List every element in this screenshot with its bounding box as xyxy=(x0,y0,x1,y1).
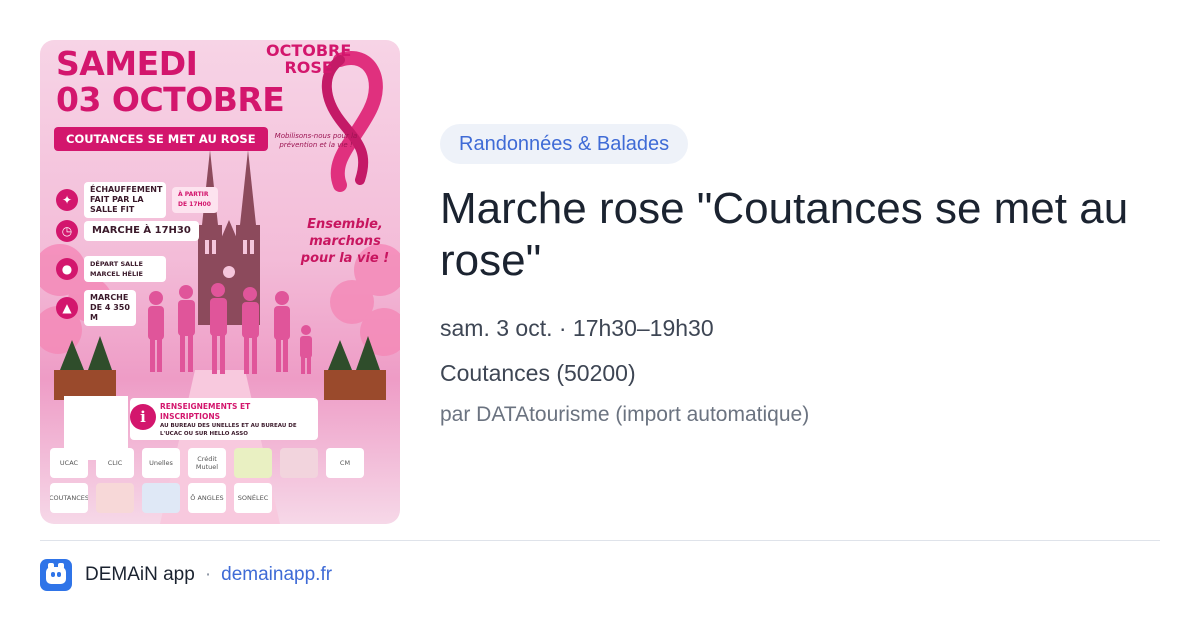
sponsor-logo: Ô ANGLES xyxy=(188,483,226,513)
app-domain-link[interactable]: demainapp.fr xyxy=(221,564,332,586)
poster-banner: COUTANCES SE MET AU ROSE xyxy=(54,127,268,151)
poster-info-start: ● DÉPART SALLE MARCEL HÉLIE xyxy=(56,256,166,282)
app-logo-eye xyxy=(57,572,61,577)
poster-date: 03 OCTOBRE xyxy=(56,80,285,119)
event-datetime: sam. 3 oct. · 17h30–19h30 xyxy=(440,315,714,341)
poster-mobilisons: Mobilisons-nous pour la prévention et la… xyxy=(274,132,358,149)
footer: DEMAiN app · demainapp.fr xyxy=(40,558,332,592)
sponsor-logo xyxy=(142,483,180,513)
footer-separator: · xyxy=(204,564,212,585)
poster-logo-line2: ROSE xyxy=(284,58,333,77)
poster-registration-title: RENSEIGNEMENTS ET INSCRIPTIONS xyxy=(160,402,251,421)
poster-info-text: MARCHE DE 4 350 M xyxy=(84,290,136,326)
sponsor-logo: CLIC xyxy=(96,448,134,478)
poster-info-warmup: ✦ ÉCHAUFFEMENT FAIT PAR LA SALLE FIT À P… xyxy=(56,182,218,218)
poster-sponsors: UCAC CLIC Unelles Crédit Mutuel CM COUTA… xyxy=(50,448,390,513)
poster-logo: OCTOBRE ROSE xyxy=(266,42,351,76)
poster-day: SAMEDI xyxy=(56,44,198,83)
shoe-icon: ▲ xyxy=(56,297,78,319)
sponsor-logo: COUTANCES xyxy=(50,483,88,513)
poster-info-text: ÉCHAUFFEMENT FAIT PAR LA SALLE FIT xyxy=(84,182,166,218)
poster-info-distance: ▲ MARCHE DE 4 350 M xyxy=(56,290,136,326)
app-logo-eye xyxy=(51,572,55,577)
event-title[interactable]: Marche rose "Coutances se met au rose" xyxy=(440,183,1160,287)
poster-info-time: ◷ MARCHE À 17H30 xyxy=(56,220,199,242)
poster-logo-line1: OCTOBRE xyxy=(266,41,352,60)
event-source: par DATAtourisme (import automatique) xyxy=(440,403,810,426)
app-logo-icon xyxy=(40,559,72,591)
poster-info-extra: À PARTIR DE 17H00 xyxy=(172,187,218,213)
sponsor-logo: UCAC xyxy=(50,448,88,478)
sponsor-logo: CM xyxy=(326,448,364,478)
walker-icon: ✦ xyxy=(56,189,78,211)
sponsor-logo: SONÉLEC xyxy=(234,483,272,513)
clock-icon: ◷ xyxy=(56,220,78,242)
sponsor-logo: Crédit Mutuel xyxy=(188,448,226,478)
sponsor-logo xyxy=(96,483,134,513)
sponsor-logo: Unelles xyxy=(142,448,180,478)
app-name[interactable]: DEMAiN app xyxy=(85,564,195,586)
event-location: Coutances (50200) xyxy=(440,360,636,386)
sponsor-logo xyxy=(280,448,318,478)
app-logo-face xyxy=(46,567,66,584)
poster-info-text: DÉPART SALLE MARCEL HÉLIE xyxy=(84,256,166,282)
footer-divider xyxy=(40,540,1160,541)
info-icon: i xyxy=(130,404,156,430)
poster-registration-sub: AU BUREAU DES UNELLES ET AU BUREAU DE L'… xyxy=(160,423,297,437)
event-poster-image: SAMEDI 03 OCTOBRE COUTANCES SE MET AU RO… xyxy=(40,40,400,524)
poster-info-text: MARCHE À 17H30 xyxy=(84,221,199,241)
pin-icon: ● xyxy=(56,258,78,280)
poster-ensemble: Ensemble, marchons pour la vie ! xyxy=(300,217,390,266)
category-badge[interactable]: Randonnées & Balades xyxy=(440,124,689,164)
sponsor-logo xyxy=(234,448,272,478)
poster-registration-box: RENSEIGNEMENTS ET INSCRIPTIONS AU BUREAU… xyxy=(130,398,318,440)
